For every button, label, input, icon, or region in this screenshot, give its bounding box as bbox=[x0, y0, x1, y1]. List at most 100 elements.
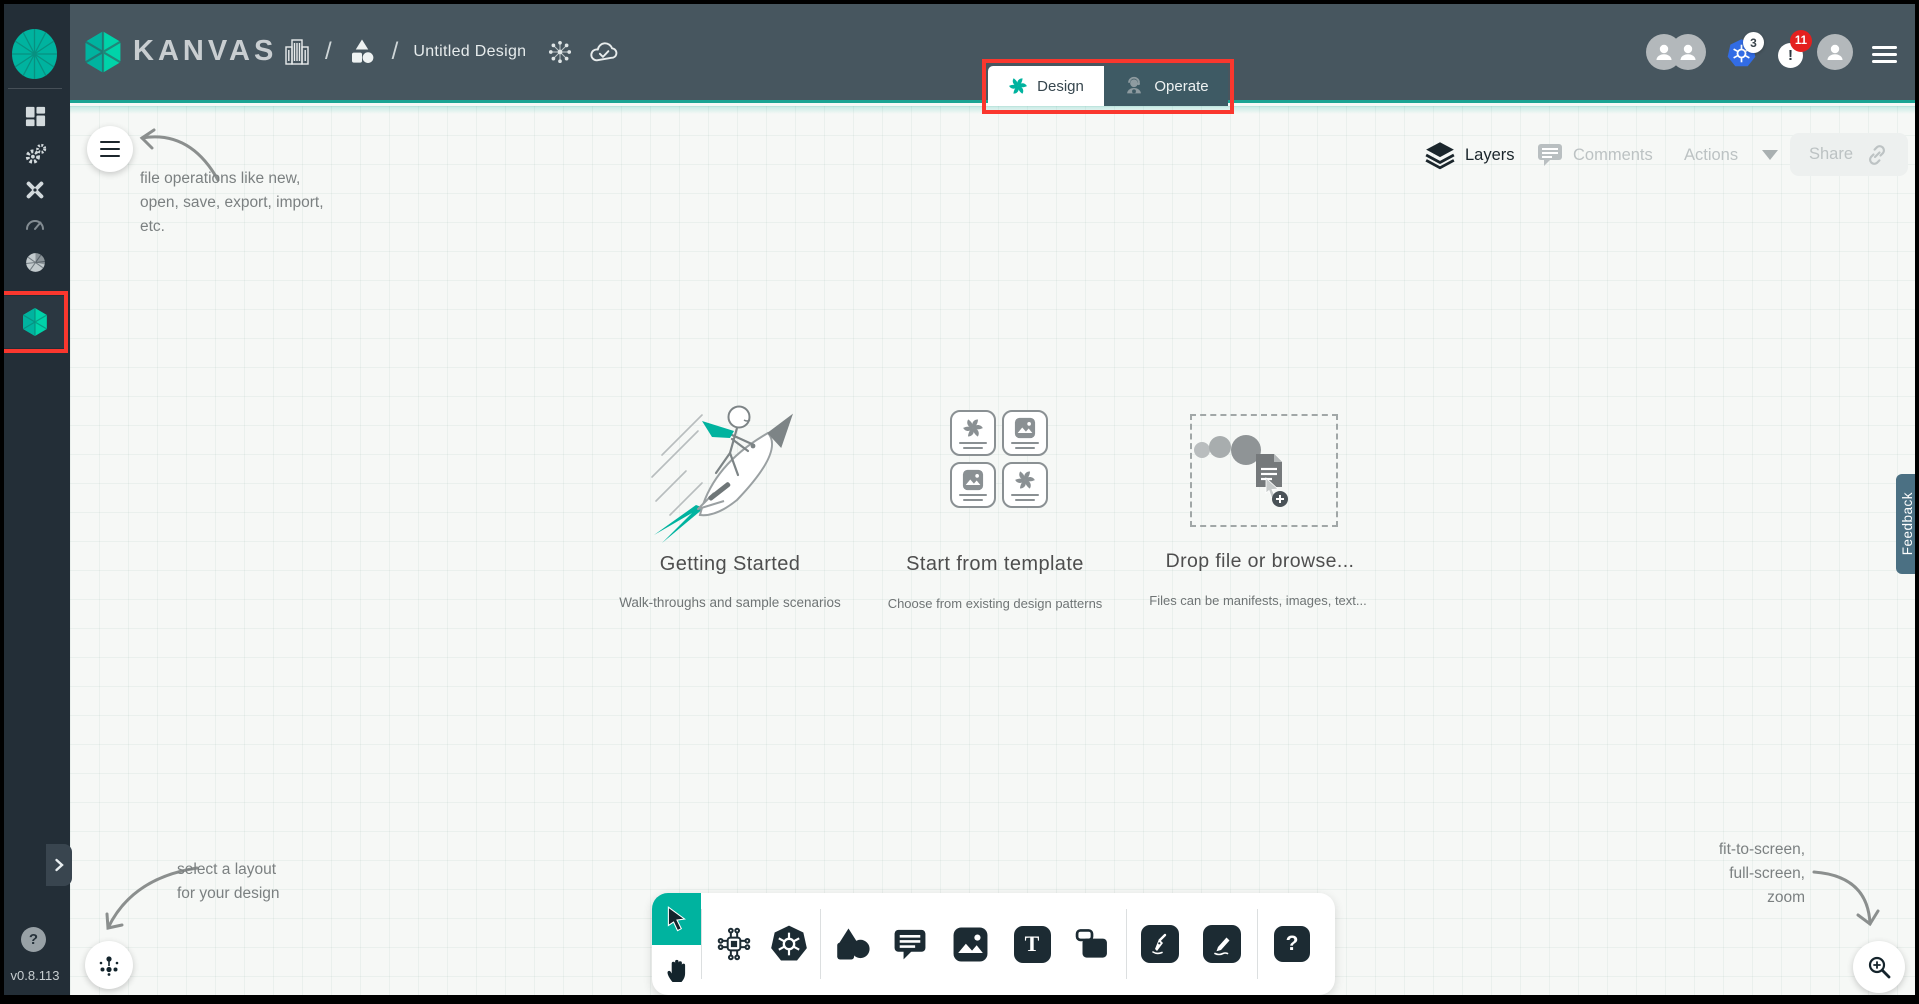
note-tool[interactable] bbox=[1068, 920, 1116, 968]
actions-dropdown[interactable]: Actions bbox=[1684, 134, 1778, 176]
file-dropzone[interactable] bbox=[1190, 414, 1338, 527]
shapes-tool[interactable] bbox=[828, 920, 876, 968]
zoom-in-icon bbox=[1866, 954, 1892, 980]
annotation-layout: select a layout for your design bbox=[177, 858, 280, 906]
sidebar-item-dashboard[interactable] bbox=[0, 101, 70, 131]
image-icon bbox=[952, 926, 989, 963]
tab-operate[interactable]: Operate bbox=[1104, 66, 1228, 106]
meshery-logo-icon[interactable] bbox=[11, 28, 58, 80]
kubernetes-icon bbox=[769, 924, 809, 964]
tools-icon bbox=[23, 178, 47, 202]
layers-label: Layers bbox=[1465, 146, 1515, 165]
breadcrumb-separator: / bbox=[325, 38, 332, 66]
shapes-icon bbox=[833, 926, 871, 962]
tab-design[interactable]: Design bbox=[988, 66, 1104, 106]
feedback-label: Feedback bbox=[1900, 492, 1915, 555]
kubernetes-tool[interactable] bbox=[765, 920, 813, 968]
collaborator-avatars[interactable] bbox=[1646, 0, 1706, 103]
extensions-icon bbox=[23, 250, 48, 275]
pen-tool-tile bbox=[1141, 925, 1179, 963]
component-tool[interactable] bbox=[710, 920, 758, 968]
template-subtitle: Choose from existing design patterns bbox=[850, 596, 1140, 611]
getting-started-illustration[interactable] bbox=[640, 393, 825, 551]
toolbar-divider bbox=[1257, 909, 1258, 979]
kanvas-icon bbox=[22, 308, 48, 336]
template-previews[interactable] bbox=[950, 410, 1048, 508]
annotation-zoom: fit-to-screen, full-screen, zoom bbox=[1700, 838, 1805, 910]
feedback-tab[interactable]: Feedback bbox=[1896, 474, 1919, 574]
gears-icon bbox=[23, 141, 48, 166]
kubernetes-count-badge: 3 bbox=[1743, 32, 1764, 53]
comments-icon bbox=[1536, 141, 1564, 169]
design-toolbar: T ? bbox=[652, 893, 1335, 995]
pan-tool[interactable] bbox=[652, 945, 701, 995]
toolbar-help[interactable]: ? bbox=[1268, 920, 1316, 968]
dropdown-arrow-icon bbox=[1762, 150, 1778, 160]
toolbar-divider bbox=[1126, 909, 1127, 979]
image-icon bbox=[962, 469, 984, 491]
hand-icon bbox=[663, 956, 691, 984]
actions-label: Actions bbox=[1684, 146, 1738, 165]
drop-title[interactable]: Drop file or browse... bbox=[1120, 550, 1400, 573]
sidebar-item-kanvas[interactable] bbox=[4, 296, 66, 348]
notifications-button[interactable]: ! 11 bbox=[1778, 43, 1803, 68]
left-sidebar: ? v0.8.113 bbox=[0, 0, 70, 1004]
sidebar-expand-button[interactable] bbox=[46, 844, 72, 886]
component-chip-icon bbox=[714, 924, 754, 964]
tab-operate-label: Operate bbox=[1154, 78, 1208, 95]
design-name[interactable]: Untitled Design bbox=[413, 43, 526, 61]
layers-toggle[interactable]: Layers bbox=[1424, 134, 1515, 176]
swirl-icon bbox=[1014, 469, 1036, 491]
designs-icon[interactable] bbox=[347, 37, 377, 67]
dropzone-illustration bbox=[1192, 416, 1336, 525]
image-tool[interactable] bbox=[946, 920, 994, 968]
header-menu-button[interactable] bbox=[1872, 42, 1897, 67]
mode-tabs: Design Operate bbox=[988, 66, 1228, 106]
canvas-menu-button[interactable] bbox=[87, 126, 133, 172]
zoom-button[interactable] bbox=[1853, 941, 1905, 993]
annotation-arrow-zoom bbox=[1806, 858, 1891, 938]
comments-label: Comments bbox=[1573, 146, 1653, 165]
kubernetes-context-button[interactable]: 3 bbox=[1726, 38, 1757, 74]
version-label: v0.8.113 bbox=[0, 968, 70, 983]
select-tool[interactable] bbox=[652, 893, 701, 945]
layout-select-button[interactable] bbox=[85, 941, 133, 989]
pen-tool[interactable] bbox=[1136, 920, 1184, 968]
pencil-icon bbox=[1210, 932, 1234, 956]
sidebar-item-extensions[interactable] bbox=[0, 247, 70, 277]
template-title[interactable]: Start from template bbox=[870, 553, 1120, 576]
environment-icon[interactable] bbox=[547, 39, 573, 65]
layout-graph-icon bbox=[96, 953, 122, 977]
user-avatar[interactable] bbox=[1817, 34, 1853, 70]
share-label: Share bbox=[1809, 145, 1853, 164]
drop-subtitle: Files can be manifests, images, text... bbox=[1108, 593, 1408, 608]
getting-started-title[interactable]: Getting Started bbox=[580, 553, 880, 576]
sidebar-item-lifecycle[interactable] bbox=[0, 138, 70, 168]
collaborator-avatar bbox=[1646, 34, 1682, 70]
annotation-file-ops: file operations like new, open, save, ex… bbox=[140, 167, 324, 239]
chevron-right-icon bbox=[54, 858, 64, 872]
breadcrumb: / / Untitled Design bbox=[284, 0, 620, 103]
gauge-icon bbox=[23, 213, 47, 237]
organization-icon[interactable] bbox=[284, 38, 310, 66]
sidebar-item-configuration[interactable] bbox=[0, 175, 70, 205]
design-swirl-icon bbox=[1008, 76, 1028, 96]
comment-tool[interactable] bbox=[886, 920, 934, 968]
text-tool[interactable]: T bbox=[1008, 920, 1056, 968]
template-tile bbox=[1002, 462, 1048, 508]
sidebar-item-performance[interactable] bbox=[0, 210, 70, 240]
person-icon bbox=[1652, 40, 1676, 64]
help-button[interactable]: ? bbox=[21, 927, 46, 952]
toolbar-divider bbox=[701, 909, 702, 979]
text-tool-tile: T bbox=[1014, 926, 1051, 963]
toolbar-divider bbox=[820, 909, 821, 979]
notification-count-badge: 11 bbox=[1790, 30, 1812, 52]
sketch-tool[interactable] bbox=[1198, 920, 1246, 968]
comments-toggle[interactable]: Comments bbox=[1536, 134, 1653, 176]
cursor-icon bbox=[664, 905, 690, 933]
note-icon bbox=[1073, 926, 1111, 962]
sketch-tool-tile bbox=[1203, 925, 1241, 963]
sidebar-divider bbox=[8, 88, 62, 89]
share-button[interactable]: Share bbox=[1790, 133, 1908, 176]
pen-icon bbox=[1148, 932, 1172, 956]
